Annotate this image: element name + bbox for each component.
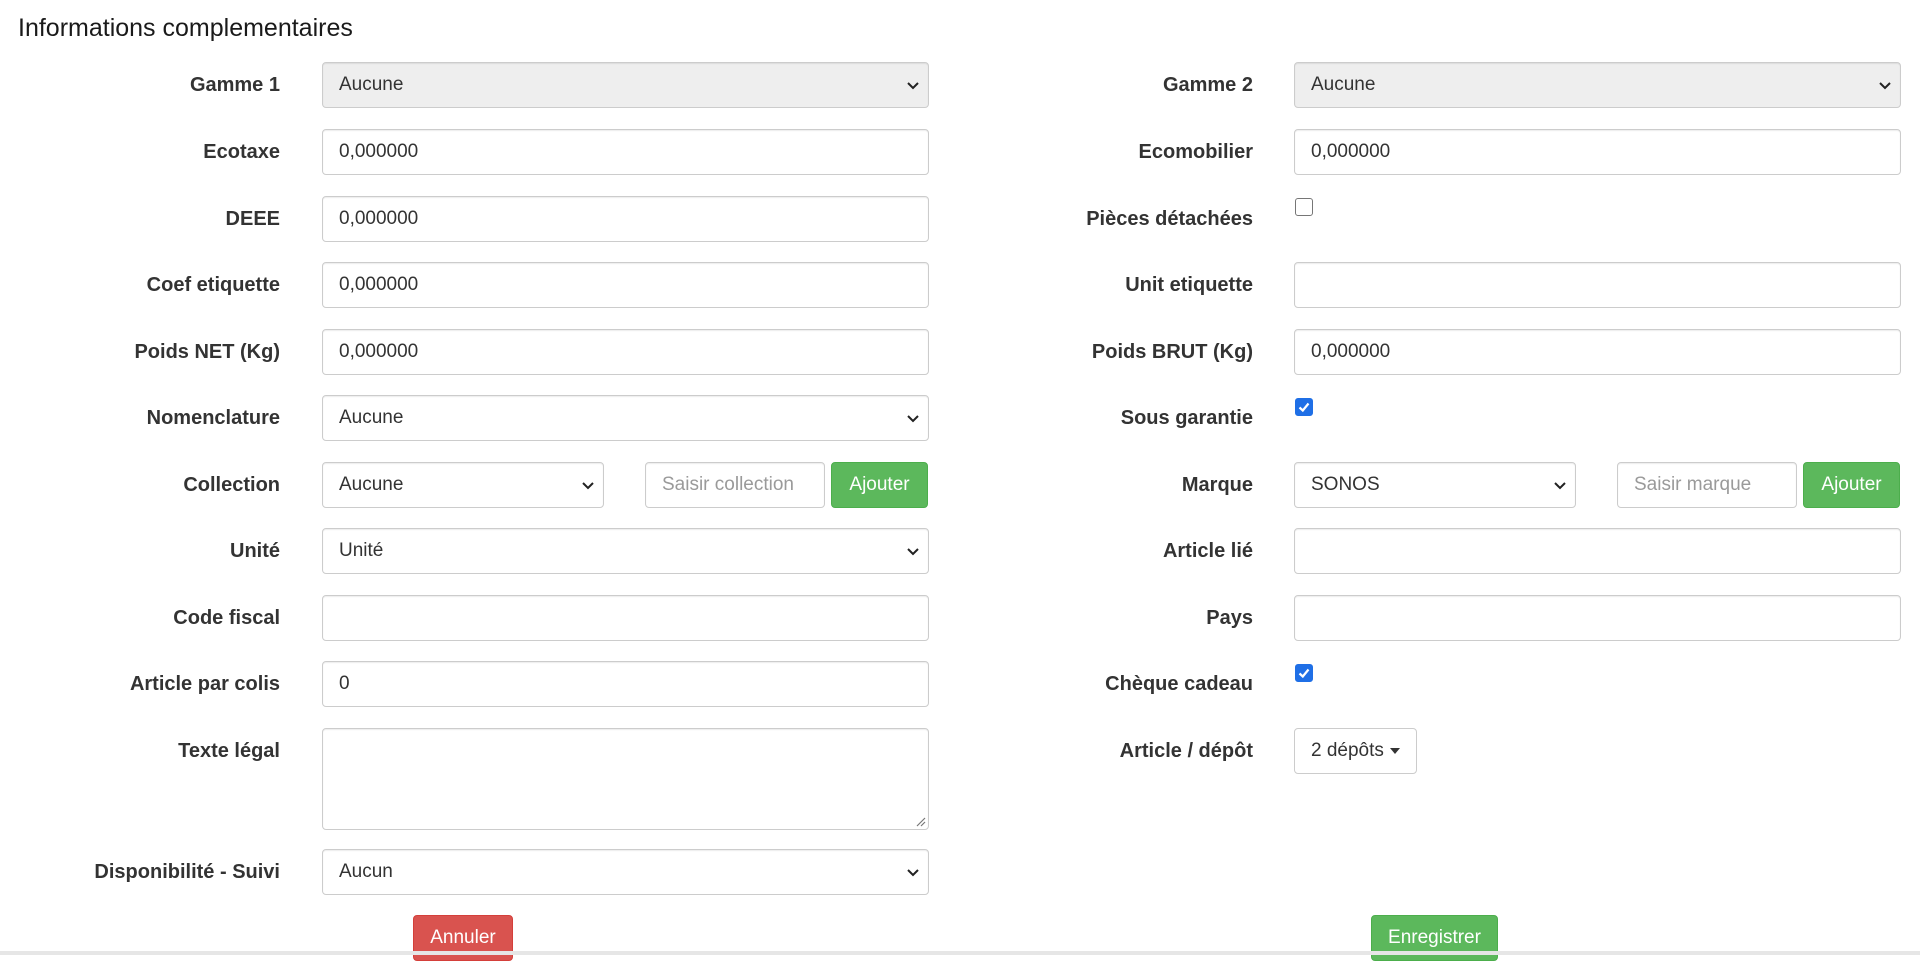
ecotaxe-input[interactable]: 0,000000 [322,129,929,175]
deee-label: DEEE [225,208,280,230]
sous-garantie-checkbox[interactable] [1295,398,1313,416]
marque-select[interactable]: SONOS [1294,462,1576,508]
gamme2-value: Aucune [1311,74,1376,95]
resize-grip-icon[interactable] [914,815,926,827]
texte-legal-label: Texte légal [178,740,280,762]
marque-input-placeholder: Saisir marque [1634,474,1752,495]
nomenclature-label: Nomenclature [146,407,280,429]
marque-input[interactable]: Saisir marque [1617,462,1797,508]
chevron-down-icon [1554,482,1566,490]
disponibilite-value: Aucun [339,861,393,882]
collection-input-placeholder: Saisir collection [662,474,794,495]
ecotaxe-label: Ecotaxe [203,141,280,163]
unite-value: Unité [339,540,384,561]
deee-input[interactable]: 0,000000 [322,196,929,242]
add-collection-button[interactable]: Ajouter [831,462,928,508]
bottom-divider [0,951,1920,955]
article-par-colis-label: Article par colis [129,673,280,695]
disponibilite-label: Disponibilité - Suivi [94,861,280,883]
checkmark-icon [1298,402,1310,413]
depots-dropdown-label: 2 dépôts [1311,740,1384,761]
pays-input[interactable] [1294,595,1901,641]
ecomobilier-input[interactable]: 0,000000 [1294,129,1901,175]
chevron-down-icon [907,82,919,90]
pieces-detachees-label: Pièces détachées [1086,208,1253,230]
article-depot-label: Article / dépôt [1119,740,1253,762]
disponibilite-select[interactable]: Aucun [322,849,929,895]
chevron-down-icon [907,415,919,423]
gamme1-label: Gamme 1 [189,74,280,96]
gamme1-value: Aucune [339,74,404,95]
nomenclature-select[interactable]: Aucune [322,395,929,441]
poids-net-label: Poids NET (Kg) [134,341,280,363]
chevron-down-icon [907,548,919,556]
article-lie-label: Article lié [1162,540,1253,562]
gamme2-label: Gamme 2 [1162,74,1253,96]
poids-brut-input[interactable]: 0,000000 [1294,329,1901,375]
gamme2-select[interactable]: Aucune [1294,62,1901,108]
checkmark-icon [1298,668,1310,679]
marque-label: Marque [1181,474,1253,496]
article-par-colis-input[interactable]: 0 [322,661,929,707]
texte-legal-textarea[interactable] [322,728,929,830]
chevron-down-icon [582,482,594,490]
cheque-cadeau-checkbox[interactable] [1295,664,1313,682]
poids-net-input[interactable]: 0,000000 [322,329,929,375]
unite-select[interactable]: Unité [322,528,929,574]
unite-label: Unité [230,540,280,562]
pays-label: Pays [1206,607,1253,629]
add-marque-button[interactable]: Ajouter [1803,462,1900,508]
ecomobilier-label: Ecomobilier [1138,141,1253,163]
coef-etiquette-input[interactable]: 0,000000 [322,262,929,308]
code-fiscal-label: Code fiscal [173,607,280,629]
caret-down-icon [1389,747,1400,754]
chevron-down-icon [907,869,919,877]
collection-input[interactable]: Saisir collection [645,462,825,508]
section-title: Informations complementaires [18,14,353,42]
coef-etiquette-label: Coef etiquette [146,274,280,296]
collection-label: Collection [183,474,280,496]
pieces-detachees-checkbox[interactable] [1295,198,1313,216]
poids-brut-label: Poids BRUT (Kg) [1091,341,1253,363]
article-lie-input[interactable] [1294,528,1901,574]
nomenclature-value: Aucune [339,407,404,428]
collection-select[interactable]: Aucune [322,462,604,508]
gamme1-select[interactable]: Aucune [322,62,929,108]
marque-value: SONOS [1311,474,1380,495]
unit-etiquette-input[interactable] [1294,262,1901,308]
depots-dropdown-button[interactable]: 2 dépôts [1294,728,1417,774]
collection-value: Aucune [339,474,404,495]
sous-garantie-label: Sous garantie [1120,407,1253,429]
cheque-cadeau-label: Chèque cadeau [1105,673,1253,695]
unit-etiquette-label: Unit etiquette [1125,274,1253,296]
chevron-down-icon [1879,82,1891,90]
code-fiscal-input[interactable] [322,595,929,641]
